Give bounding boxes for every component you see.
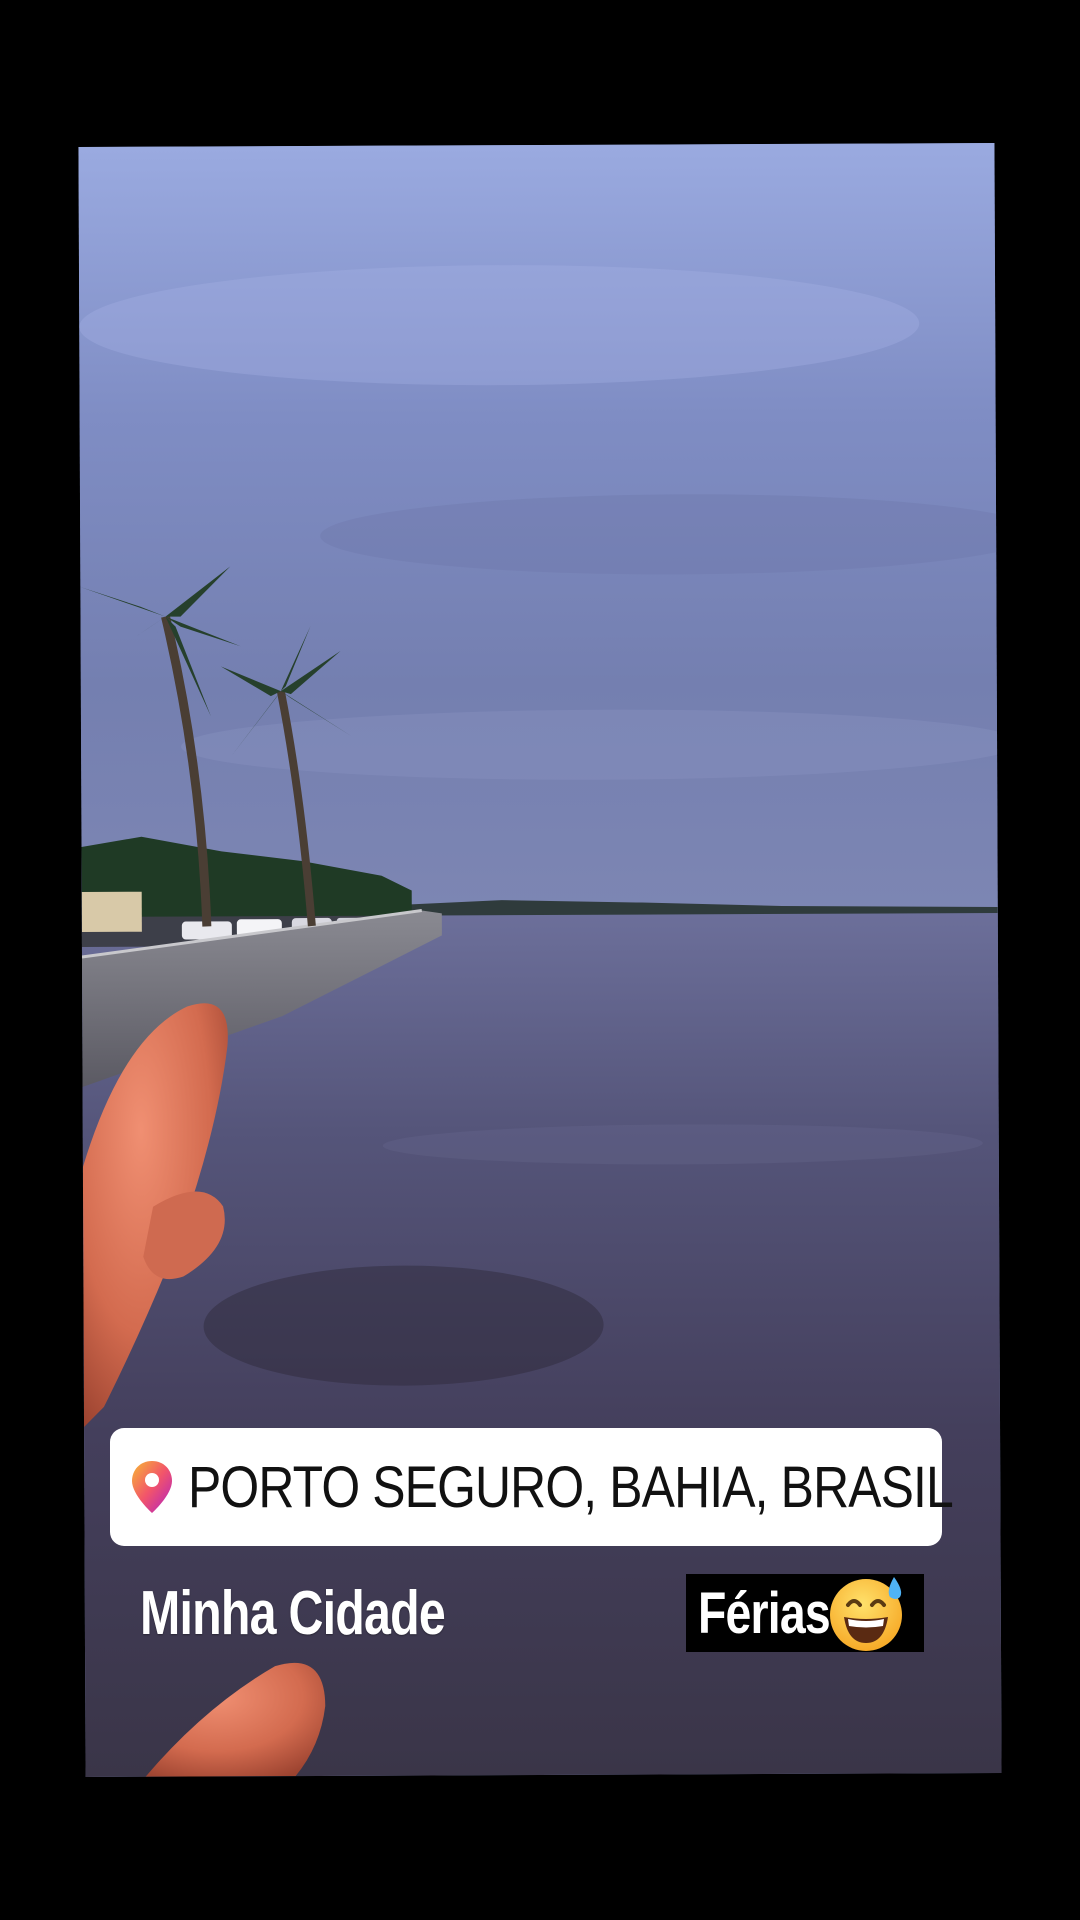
- location-label: PORTO SEGURO, BAHIA, BRASIL: [188, 1454, 954, 1520]
- location-pin-icon: [132, 1461, 172, 1513]
- caption-ferias: Férias: [686, 1574, 924, 1652]
- grinning-sweat-emoji-icon: [830, 1577, 902, 1651]
- location-sticker[interactable]: PORTO SEGURO, BAHIA, BRASIL: [110, 1428, 954, 1546]
- caption-minha-cidade: Minha Cidade: [140, 1579, 446, 1648]
- story-frame: PORTO SEGURO, BAHIA, BRASIL Minha Cidade…: [0, 0, 1080, 1920]
- caption-ferias-label: Férias: [698, 1580, 831, 1646]
